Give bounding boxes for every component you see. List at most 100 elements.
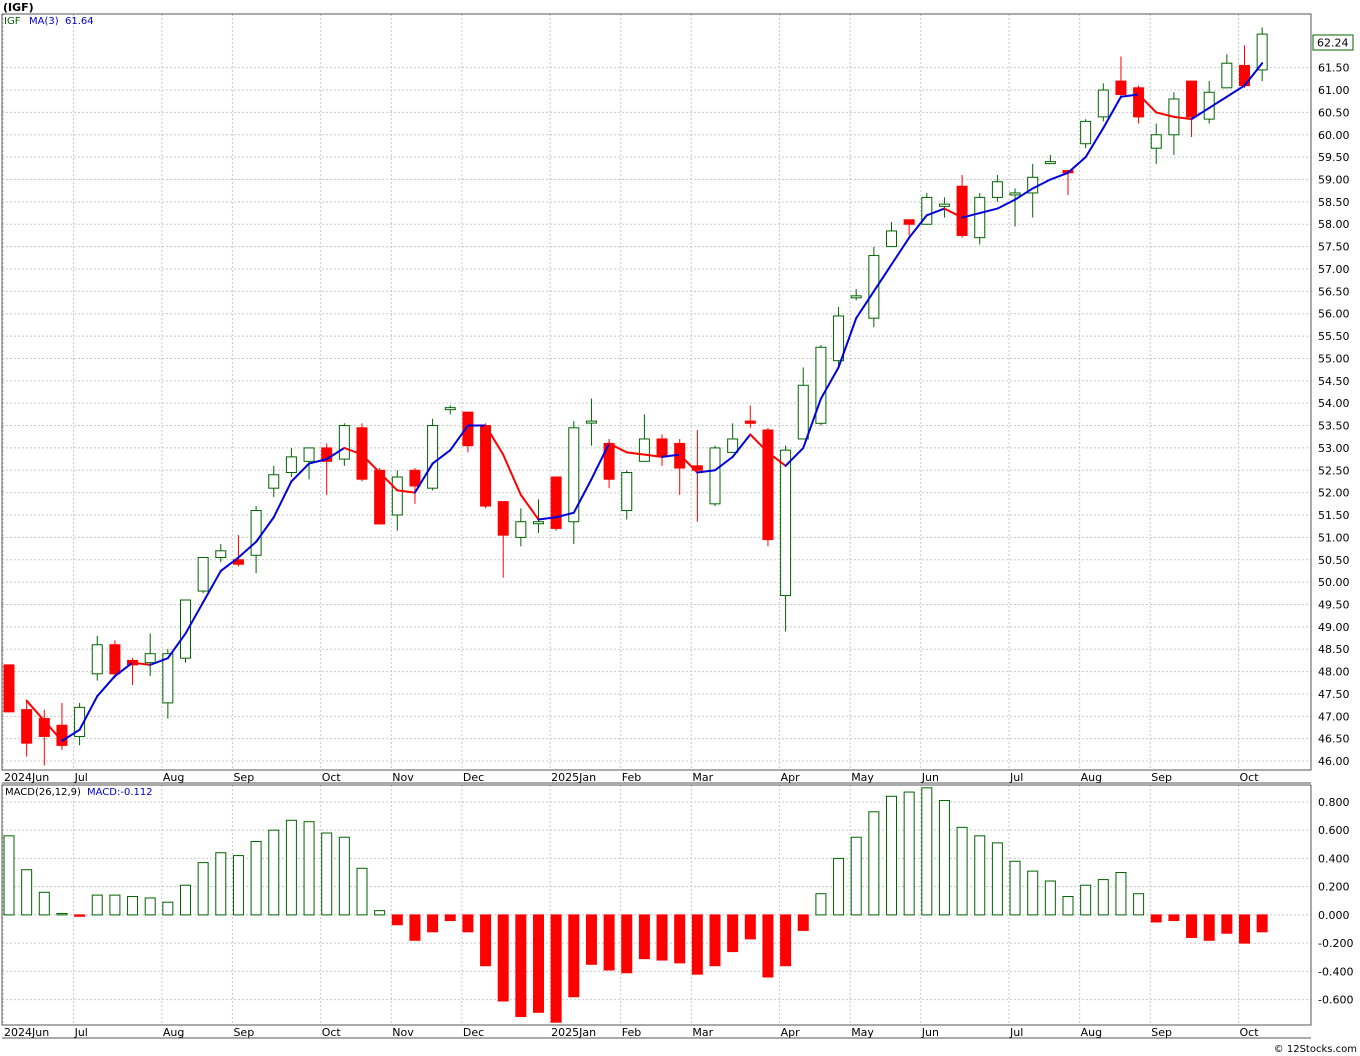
month-tick-label: May (851, 1026, 874, 1039)
candle-body-up (727, 438, 739, 453)
macd-bar-negative (462, 914, 474, 933)
price-tick-label: 56.00 (1318, 308, 1350, 321)
macd-bar-negative (533, 914, 544, 1013)
candle-body-down (3, 664, 15, 713)
price-tick-label: 48.50 (1318, 643, 1350, 656)
price-tick-label: 50.00 (1318, 576, 1350, 589)
month-tick-label: Apr (781, 1026, 801, 1039)
macd-bar-negative (621, 914, 633, 974)
macd-bar-positive (1009, 860, 1021, 916)
month-tick-label: Mar (692, 1026, 713, 1039)
price-tick-label: 53.50 (1318, 420, 1350, 433)
macd-bar-positive (974, 835, 986, 916)
month-tick-label: 2025Jan (551, 771, 596, 784)
candle-body-up (1150, 134, 1162, 149)
price-tick-label: 54.50 (1318, 375, 1350, 388)
candle-body-down (956, 185, 968, 236)
macd-bar-positive (921, 787, 933, 916)
watermark: © 12Stocks.com (1274, 1044, 1357, 1055)
macd-bar-positive (250, 840, 262, 916)
macd-bar-positive (109, 894, 121, 916)
macd-bar-negative (427, 914, 439, 933)
macd-bar-positive (268, 829, 280, 916)
macd-bar-positive (815, 893, 827, 916)
candle-body-down (1115, 80, 1127, 96)
candle-body-down (762, 429, 774, 541)
month-tick-label: Aug (1081, 771, 1102, 784)
price-tick-label: 60.00 (1318, 129, 1350, 142)
candle-body-up (250, 510, 262, 556)
month-tick-label: Jul (74, 1026, 88, 1039)
price-tick-label: 49.00 (1318, 621, 1350, 634)
month-tick-label: Apr (781, 771, 801, 784)
chart-title: (IGF) (3, 1, 34, 14)
macd-bar-negative (497, 914, 509, 1002)
candle-body-up (162, 653, 174, 704)
candle-body-up (533, 521, 544, 525)
price-tick-label: 58.00 (1318, 218, 1350, 231)
candle-body-down (744, 420, 756, 424)
month-tick-label: Jul (1009, 1026, 1023, 1039)
candle-body-up (215, 550, 227, 559)
candle-body-down (1133, 87, 1145, 118)
month-tick-label: Jun (921, 771, 939, 784)
candle-body-up (197, 557, 209, 592)
macd-bar-negative (585, 914, 597, 965)
macd-bar-negative (550, 914, 562, 1023)
month-tick-label: Dec (463, 1026, 484, 1039)
macd-bar-positive (144, 897, 156, 916)
macd-bar-negative (1203, 914, 1215, 941)
macd-bar-negative (444, 914, 456, 922)
macd-bar-positive (886, 795, 897, 916)
last-price-tag-text: 62.24 (1317, 37, 1349, 50)
candle-body-up (1221, 62, 1233, 89)
candle-body-down (550, 476, 562, 529)
macd-tick-label: 0.600 (1318, 824, 1350, 837)
candle-body-up (709, 447, 721, 505)
candle-body-up (268, 474, 280, 489)
price-tick-label: 47.00 (1318, 710, 1350, 723)
price-tick-label: 54.00 (1318, 397, 1350, 410)
macd-bar-positive (868, 811, 880, 916)
macd-bar-negative (74, 914, 86, 917)
macd-bar-negative (762, 914, 774, 978)
price-tick-label: 51.00 (1318, 531, 1350, 544)
month-tick-label: May (851, 771, 874, 784)
macd-bar-positive (215, 852, 227, 916)
price-tick-label: 50.50 (1318, 554, 1350, 567)
price-tick-label: 60.50 (1318, 106, 1350, 119)
macd-bar-positive (21, 869, 33, 916)
candle-body-down (56, 724, 68, 746)
price-tick-label: 57.50 (1318, 241, 1350, 254)
macd-bar-positive (321, 832, 333, 916)
macd-bar-positive (303, 821, 315, 916)
macd-bar-positive (38, 891, 50, 916)
month-tick-label: Oct (1240, 771, 1260, 784)
macd-tick-label: 0.400 (1318, 852, 1350, 865)
macd-bar-negative (391, 914, 403, 926)
macd-bar-positive (232, 855, 244, 916)
macd-bar-negative (727, 914, 739, 953)
macd-bar-positive (338, 836, 350, 916)
candle-body-down (497, 501, 509, 536)
candle-body-down (903, 219, 915, 225)
month-tick-label: Jul (74, 771, 88, 784)
month-tick-label: Oct (322, 771, 342, 784)
macd-bar-negative (1186, 914, 1198, 938)
ticker-legend: IGF (4, 16, 21, 27)
candle-body-up (1009, 192, 1021, 196)
candle-body-down (109, 644, 121, 675)
macd-bar-negative (656, 914, 668, 961)
macd-bar-negative (638, 914, 650, 960)
macd-tick-label: -0.600 (1318, 994, 1353, 1007)
candle-body-up (303, 447, 315, 462)
month-tick-label: Jul (1009, 771, 1023, 784)
candle-body-up (850, 295, 862, 299)
macd-bar-negative (797, 914, 809, 931)
macd-bar-negative (744, 914, 756, 940)
macd-bar-positive (356, 867, 368, 916)
month-tick-label: Jun (921, 1026, 939, 1039)
macd-bar-negative (674, 914, 686, 964)
ma-legend-label: MA(3) (29, 16, 59, 27)
price-tick-label: 46.50 (1318, 733, 1350, 746)
